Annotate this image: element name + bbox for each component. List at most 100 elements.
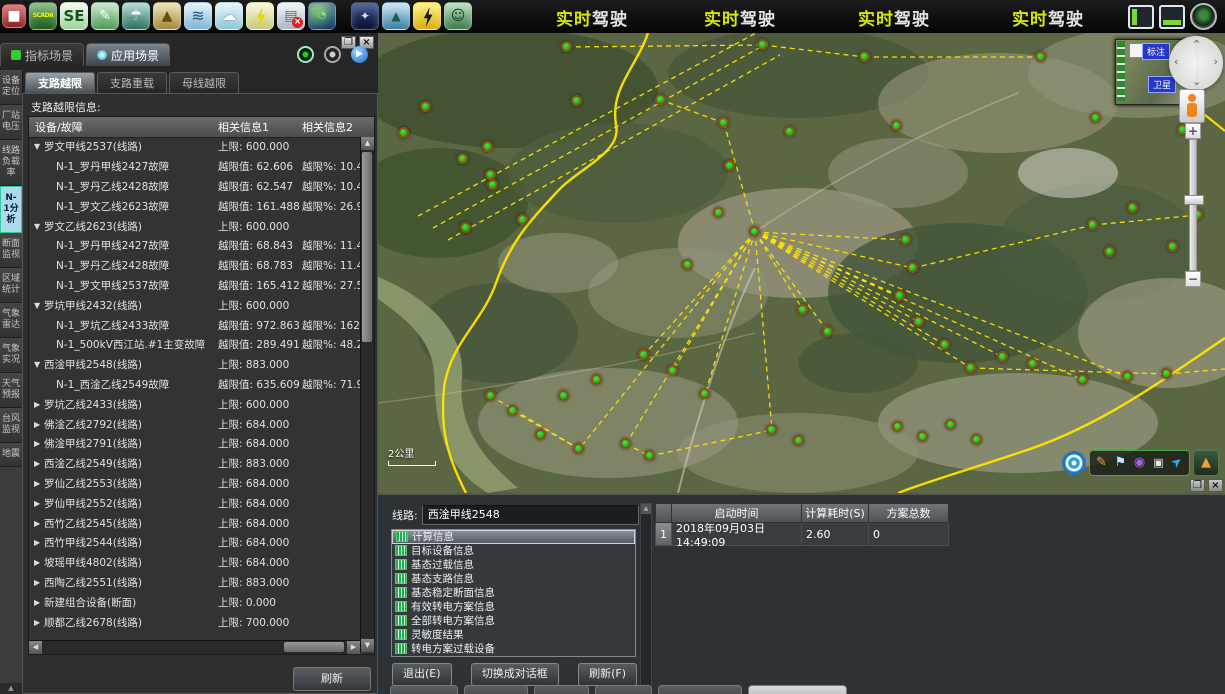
station-marker[interactable]	[793, 435, 804, 446]
station-marker[interactable]	[1161, 368, 1172, 379]
station-marker[interactable]	[797, 304, 808, 315]
station-marker[interactable]	[1027, 358, 1038, 369]
station-marker[interactable]	[561, 41, 572, 52]
record-on-icon[interactable]	[297, 46, 314, 63]
table-row[interactable]: ▶N-1_罗坑乙线2433故障越限值: 972.863越限%: 162	[29, 315, 360, 335]
station-marker[interactable]	[713, 207, 724, 218]
zoom-handle[interactable]	[1184, 195, 1204, 205]
station-marker[interactable]	[917, 431, 928, 442]
bolt-icon[interactable]	[246, 2, 274, 30]
list-item[interactable]: 转电方案过载设备	[392, 641, 635, 655]
mode-label-realtime-driving[interactable]: 实时驾驶	[556, 5, 628, 30]
exit-button[interactable]: 退出(E)	[392, 663, 452, 686]
table-row[interactable]: ▶N-1_罗丹乙线2428故障越限值: 62.547越限%: 10.4	[29, 177, 360, 197]
scroll-down-icon[interactable]: ▼	[361, 639, 374, 652]
station-marker[interactable]	[718, 117, 729, 128]
operator-icon[interactable]: ☺	[444, 2, 472, 30]
table-row[interactable]: ▶N-1_西淦乙线2549故障越限值: 635.609越限%: 71.9	[29, 375, 360, 395]
table-row[interactable]: ▶佛淦甲线2791(线路)上限: 684.000	[29, 434, 360, 454]
table-row[interactable]: ▶西竹乙线2545(线路)上限: 684.000	[29, 513, 360, 533]
station-marker[interactable]	[1122, 371, 1133, 382]
scroll-right-icon[interactable]: ▶	[347, 641, 360, 654]
layer-satellite-button[interactable]: 卫星	[1148, 76, 1176, 93]
se-icon[interactable]: SE	[60, 2, 88, 30]
station-marker[interactable]	[667, 365, 678, 376]
pan-down-icon[interactable]: ⌄	[1192, 75, 1201, 88]
station-marker[interactable]	[507, 405, 518, 416]
waves-icon[interactable]: ≋	[184, 2, 212, 30]
tab-indicator-scene[interactable]: 指标场景	[0, 43, 84, 66]
record-off-icon[interactable]	[324, 46, 341, 63]
station-marker[interactable]	[766, 424, 777, 435]
table-row[interactable]: ▶罗仙甲线2552(线路)上限: 684.000	[29, 493, 360, 513]
edit-icon[interactable]: ✎	[91, 2, 119, 30]
station-marker[interactable]	[1087, 219, 1098, 230]
refresh-button[interactable]: 刷新	[293, 667, 371, 691]
expand-icon[interactable]: ▶	[34, 400, 44, 409]
eye-icon[interactable]	[1190, 3, 1217, 30]
station-marker[interactable]	[894, 290, 905, 301]
cloud-icon[interactable]: ☁	[215, 2, 243, 30]
footer-tab-0[interactable]	[390, 685, 458, 694]
label-icon[interactable]: ▣	[1150, 453, 1167, 473]
expand-icon[interactable]: ▶	[34, 558, 44, 567]
list-item[interactable]: 基态过载信息	[392, 558, 635, 572]
table-row[interactable]: ▶N-1_罗丹乙线2428故障越限值: 68.783越限%: 11.4	[29, 256, 360, 276]
station-marker[interactable]	[757, 39, 768, 50]
station-marker[interactable]	[699, 388, 710, 399]
table-row[interactable]: ▶罗仙乙线2553(线路)上限: 684.000	[29, 474, 360, 494]
pan-left-icon[interactable]: ‹	[1174, 55, 1179, 68]
sidebar-scroll-up-icon[interactable]: ▲	[0, 683, 22, 694]
scroll-left-icon[interactable]: ◀	[29, 641, 42, 654]
station-marker[interactable]	[535, 429, 546, 440]
station-marker[interactable]	[460, 222, 471, 233]
station-marker[interactable]	[398, 127, 409, 138]
rain-icon[interactable]: ☂	[122, 2, 150, 30]
station-marker[interactable]	[1090, 112, 1101, 123]
flash-icon[interactable]	[413, 2, 441, 30]
table-row[interactable]: ▶N-1_罗文乙线2623故障越限值: 161.488越限%: 26.9	[29, 196, 360, 216]
station-marker[interactable]	[749, 226, 760, 237]
layout-bottom-panel-icon[interactable]	[1159, 5, 1185, 29]
collapse-icon[interactable]: ▼	[34, 142, 44, 151]
station-marker[interactable]	[945, 419, 956, 430]
expand-icon[interactable]: ▶	[34, 519, 44, 528]
station-marker[interactable]	[997, 351, 1008, 362]
footer-tab-5[interactable]	[748, 685, 847, 694]
play-icon[interactable]: ▶	[351, 46, 368, 63]
expand-icon[interactable]: ▶	[34, 598, 44, 607]
collapse-icon[interactable]: ▼	[34, 222, 44, 231]
sidebar-item-设备定位[interactable]: 设备定位	[0, 70, 22, 105]
station-marker[interactable]	[971, 434, 982, 445]
pan-right-icon[interactable]: ›	[1213, 55, 1218, 68]
list-item[interactable]: 全部转电方案信息	[392, 613, 635, 627]
station-marker[interactable]	[724, 160, 735, 171]
bottom-scrollbar[interactable]: ▲	[640, 503, 652, 687]
layer-label-button[interactable]: 标注	[1142, 43, 1170, 60]
table-row[interactable]: ▶西淦乙线2549(线路)上限: 883.000	[29, 454, 360, 474]
table-row[interactable]: ▶新建组合设备(断面)上限: 0.000	[29, 592, 360, 612]
zoom-out-icon[interactable]: −	[1185, 271, 1201, 287]
table-row[interactable]: ▶坡瑶甲线4802(线路)上限: 684.000	[29, 553, 360, 573]
footer-tab-2[interactable]	[534, 685, 589, 694]
satellite-map[interactable]: 2公里 标注 卫星 ⌃ ⌄ ‹ › + − ✎	[378, 33, 1225, 493]
globe-icon[interactable]: ◔	[308, 2, 336, 30]
collapse-icon[interactable]: ▼	[34, 360, 44, 369]
map-close-icon[interactable]: ×	[1208, 479, 1223, 492]
station-marker[interactable]	[1127, 202, 1138, 213]
target-icon[interactable]	[1062, 451, 1086, 475]
scroll-thumb[interactable]	[362, 152, 372, 342]
hscroll-thumb[interactable]	[284, 642, 344, 652]
expand-icon[interactable]: ▶	[34, 479, 44, 488]
footer-tab-3[interactable]	[595, 685, 652, 694]
zoom-in-icon[interactable]: +	[1185, 123, 1201, 139]
sidebar-item-气象雷达[interactable]: 气象雷达	[0, 303, 22, 338]
tab-application-scene[interactable]: 应用场景	[86, 43, 170, 66]
collapse-icon[interactable]: ▼	[34, 301, 44, 310]
table-row[interactable]: ▶罗坑乙线2433(线路)上限: 600.000	[29, 394, 360, 414]
station-marker[interactable]	[591, 374, 602, 385]
expand-icon[interactable]: ▶	[34, 459, 44, 468]
sidebar-item-天气预报[interactable]: 天气预报	[0, 373, 22, 408]
station-marker[interactable]	[682, 259, 693, 270]
layout-left-panel-icon[interactable]	[1128, 5, 1154, 29]
